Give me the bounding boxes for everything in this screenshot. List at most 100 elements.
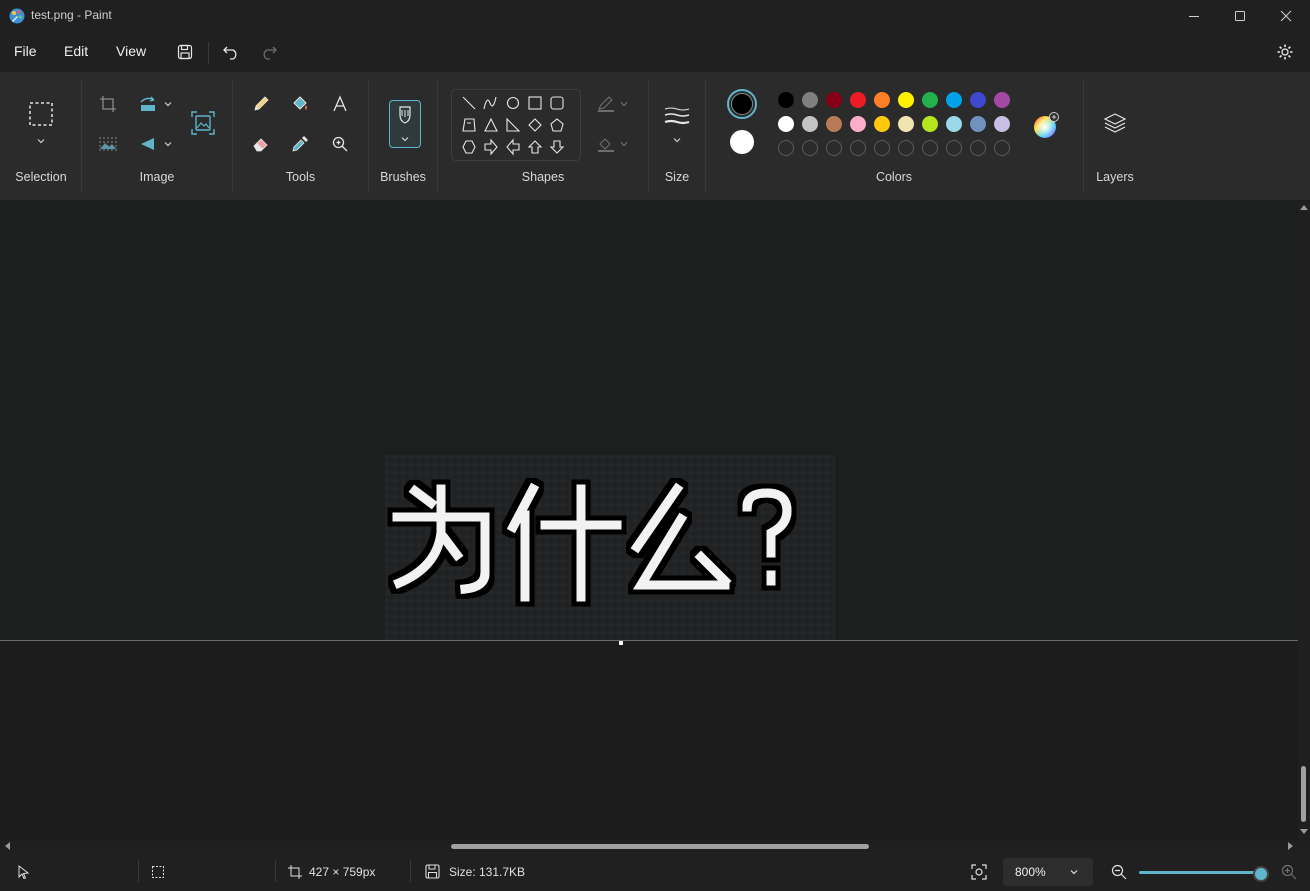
canvas-workspace[interactable] (0, 200, 1298, 840)
rounded-rectangle-shape-icon[interactable] (550, 96, 564, 110)
secondary-color-button[interactable] (730, 130, 754, 154)
palette-color-swatch[interactable] (994, 92, 1010, 108)
palette-color-swatch[interactable] (874, 116, 890, 132)
selection-button[interactable] (27, 100, 55, 128)
triangle-shape-icon[interactable] (484, 117, 498, 132)
maximize-button[interactable] (1217, 0, 1263, 32)
right-triangle-shape-icon[interactable] (506, 117, 521, 132)
palette-color-swatch[interactable] (970, 116, 986, 132)
palette-color-swatch[interactable] (826, 92, 842, 108)
menu-edit[interactable]: Edit (64, 43, 88, 59)
flip-icon (141, 138, 154, 150)
shape-fill-button[interactable] (592, 130, 620, 158)
custom-color-slot[interactable] (994, 140, 1010, 156)
custom-color-slot[interactable] (850, 140, 866, 156)
magnifier-button[interactable] (326, 130, 354, 158)
text-button[interactable] (326, 90, 354, 118)
chevron-down-icon[interactable] (36, 136, 46, 146)
chevron-down-icon[interactable] (619, 139, 629, 149)
palette-color-swatch[interactable] (850, 116, 866, 132)
down-arrow-shape-icon[interactable] (549, 140, 565, 154)
undo-button[interactable] (218, 40, 244, 64)
custom-color-slot[interactable] (802, 140, 818, 156)
zoom-slider-thumb[interactable] (1253, 866, 1269, 882)
chevron-down-icon[interactable] (163, 99, 173, 109)
polygon-shape-icon[interactable] (462, 118, 476, 132)
horizontal-scroll-thumb[interactable] (451, 844, 869, 849)
size-button[interactable] (663, 102, 691, 130)
zoom-slider-track[interactable] (1139, 871, 1259, 874)
redo-button[interactable] (256, 40, 282, 64)
palette-color-swatch[interactable] (898, 116, 914, 132)
fill-button[interactable] (286, 90, 314, 118)
pencil-button[interactable] (247, 90, 275, 118)
brushes-button[interactable] (389, 100, 421, 148)
resize-button[interactable] (134, 90, 162, 118)
resize-handle[interactable] (619, 641, 623, 645)
layers-button[interactable] (1101, 109, 1129, 137)
zoom-in-button[interactable] (1280, 863, 1298, 881)
palette-color-swatch[interactable] (850, 92, 866, 108)
custom-color-slot[interactable] (898, 140, 914, 156)
hexagon-shape-icon[interactable] (462, 140, 476, 154)
palette-color-swatch[interactable] (970, 92, 986, 108)
primary-color-button[interactable] (727, 89, 757, 119)
line-thickness-icon (664, 107, 690, 125)
shape-outline-button[interactable] (592, 90, 620, 118)
minimize-button[interactable] (1171, 0, 1217, 32)
palette-color-swatch[interactable] (898, 92, 914, 108)
menu-file[interactable]: File (14, 43, 37, 59)
palette-color-swatch[interactable] (946, 92, 962, 108)
chevron-down-icon[interactable] (619, 99, 629, 109)
custom-color-slot[interactable] (970, 140, 986, 156)
oval-shape-icon[interactable] (506, 96, 520, 110)
zoom-level-select[interactable]: 800% (1003, 858, 1093, 886)
rectangle-shape-icon[interactable] (528, 96, 542, 110)
vertical-scrollbar[interactable] (1298, 200, 1310, 840)
diamond-shape-icon[interactable] (528, 118, 542, 132)
palette-color-swatch[interactable] (826, 116, 842, 132)
image-generator-button[interactable] (189, 109, 217, 137)
chevron-down-icon[interactable] (672, 135, 682, 145)
palette-color-swatch[interactable] (994, 116, 1010, 132)
custom-color-slot[interactable] (946, 140, 962, 156)
flip-button[interactable] (134, 130, 162, 158)
palette-color-swatch[interactable] (802, 116, 818, 132)
palette-color-swatch[interactable] (946, 116, 962, 132)
palette-color-swatch[interactable] (802, 92, 818, 108)
pentagon-shape-icon[interactable] (550, 118, 564, 132)
custom-color-slot[interactable] (874, 140, 890, 156)
crop-button[interactable] (94, 90, 122, 118)
vertical-scroll-thumb[interactable] (1301, 766, 1306, 822)
palette-color-swatch[interactable] (778, 116, 794, 132)
remove-background-button[interactable] (94, 130, 122, 158)
color-wheel-icon (1034, 112, 1059, 138)
palette-color-swatch[interactable] (922, 92, 938, 108)
settings-button[interactable] (1272, 40, 1298, 64)
right-arrow-shape-icon[interactable] (484, 138, 498, 156)
left-arrow-shape-icon[interactable] (506, 138, 520, 156)
save-button[interactable] (172, 40, 198, 64)
scroll-left-icon[interactable] (4, 842, 12, 850)
close-button[interactable] (1263, 0, 1309, 32)
line-shape-icon[interactable] (462, 96, 476, 110)
chevron-down-icon[interactable] (163, 139, 173, 149)
palette-color-swatch[interactable] (778, 92, 794, 108)
custom-color-slot[interactable] (922, 140, 938, 156)
custom-color-slot[interactable] (826, 140, 842, 156)
custom-color-slot[interactable] (778, 140, 794, 156)
fit-to-window-button[interactable] (969, 862, 989, 882)
palette-color-swatch[interactable] (922, 116, 938, 132)
menu-view[interactable]: View (116, 43, 146, 59)
up-arrow-shape-icon[interactable] (527, 140, 543, 154)
scroll-right-icon[interactable] (1286, 842, 1294, 850)
eraser-button[interactable] (247, 130, 275, 158)
edit-colors-button[interactable] (1032, 112, 1060, 140)
palette-color-swatch[interactable] (874, 92, 890, 108)
color-picker-button[interactable] (286, 130, 314, 158)
scroll-down-icon[interactable] (1300, 827, 1308, 835)
scroll-up-icon[interactable] (1300, 204, 1308, 212)
curve-shape-icon[interactable] (483, 96, 497, 110)
fit-to-window-icon (971, 864, 987, 880)
zoom-out-button[interactable] (1110, 863, 1128, 881)
